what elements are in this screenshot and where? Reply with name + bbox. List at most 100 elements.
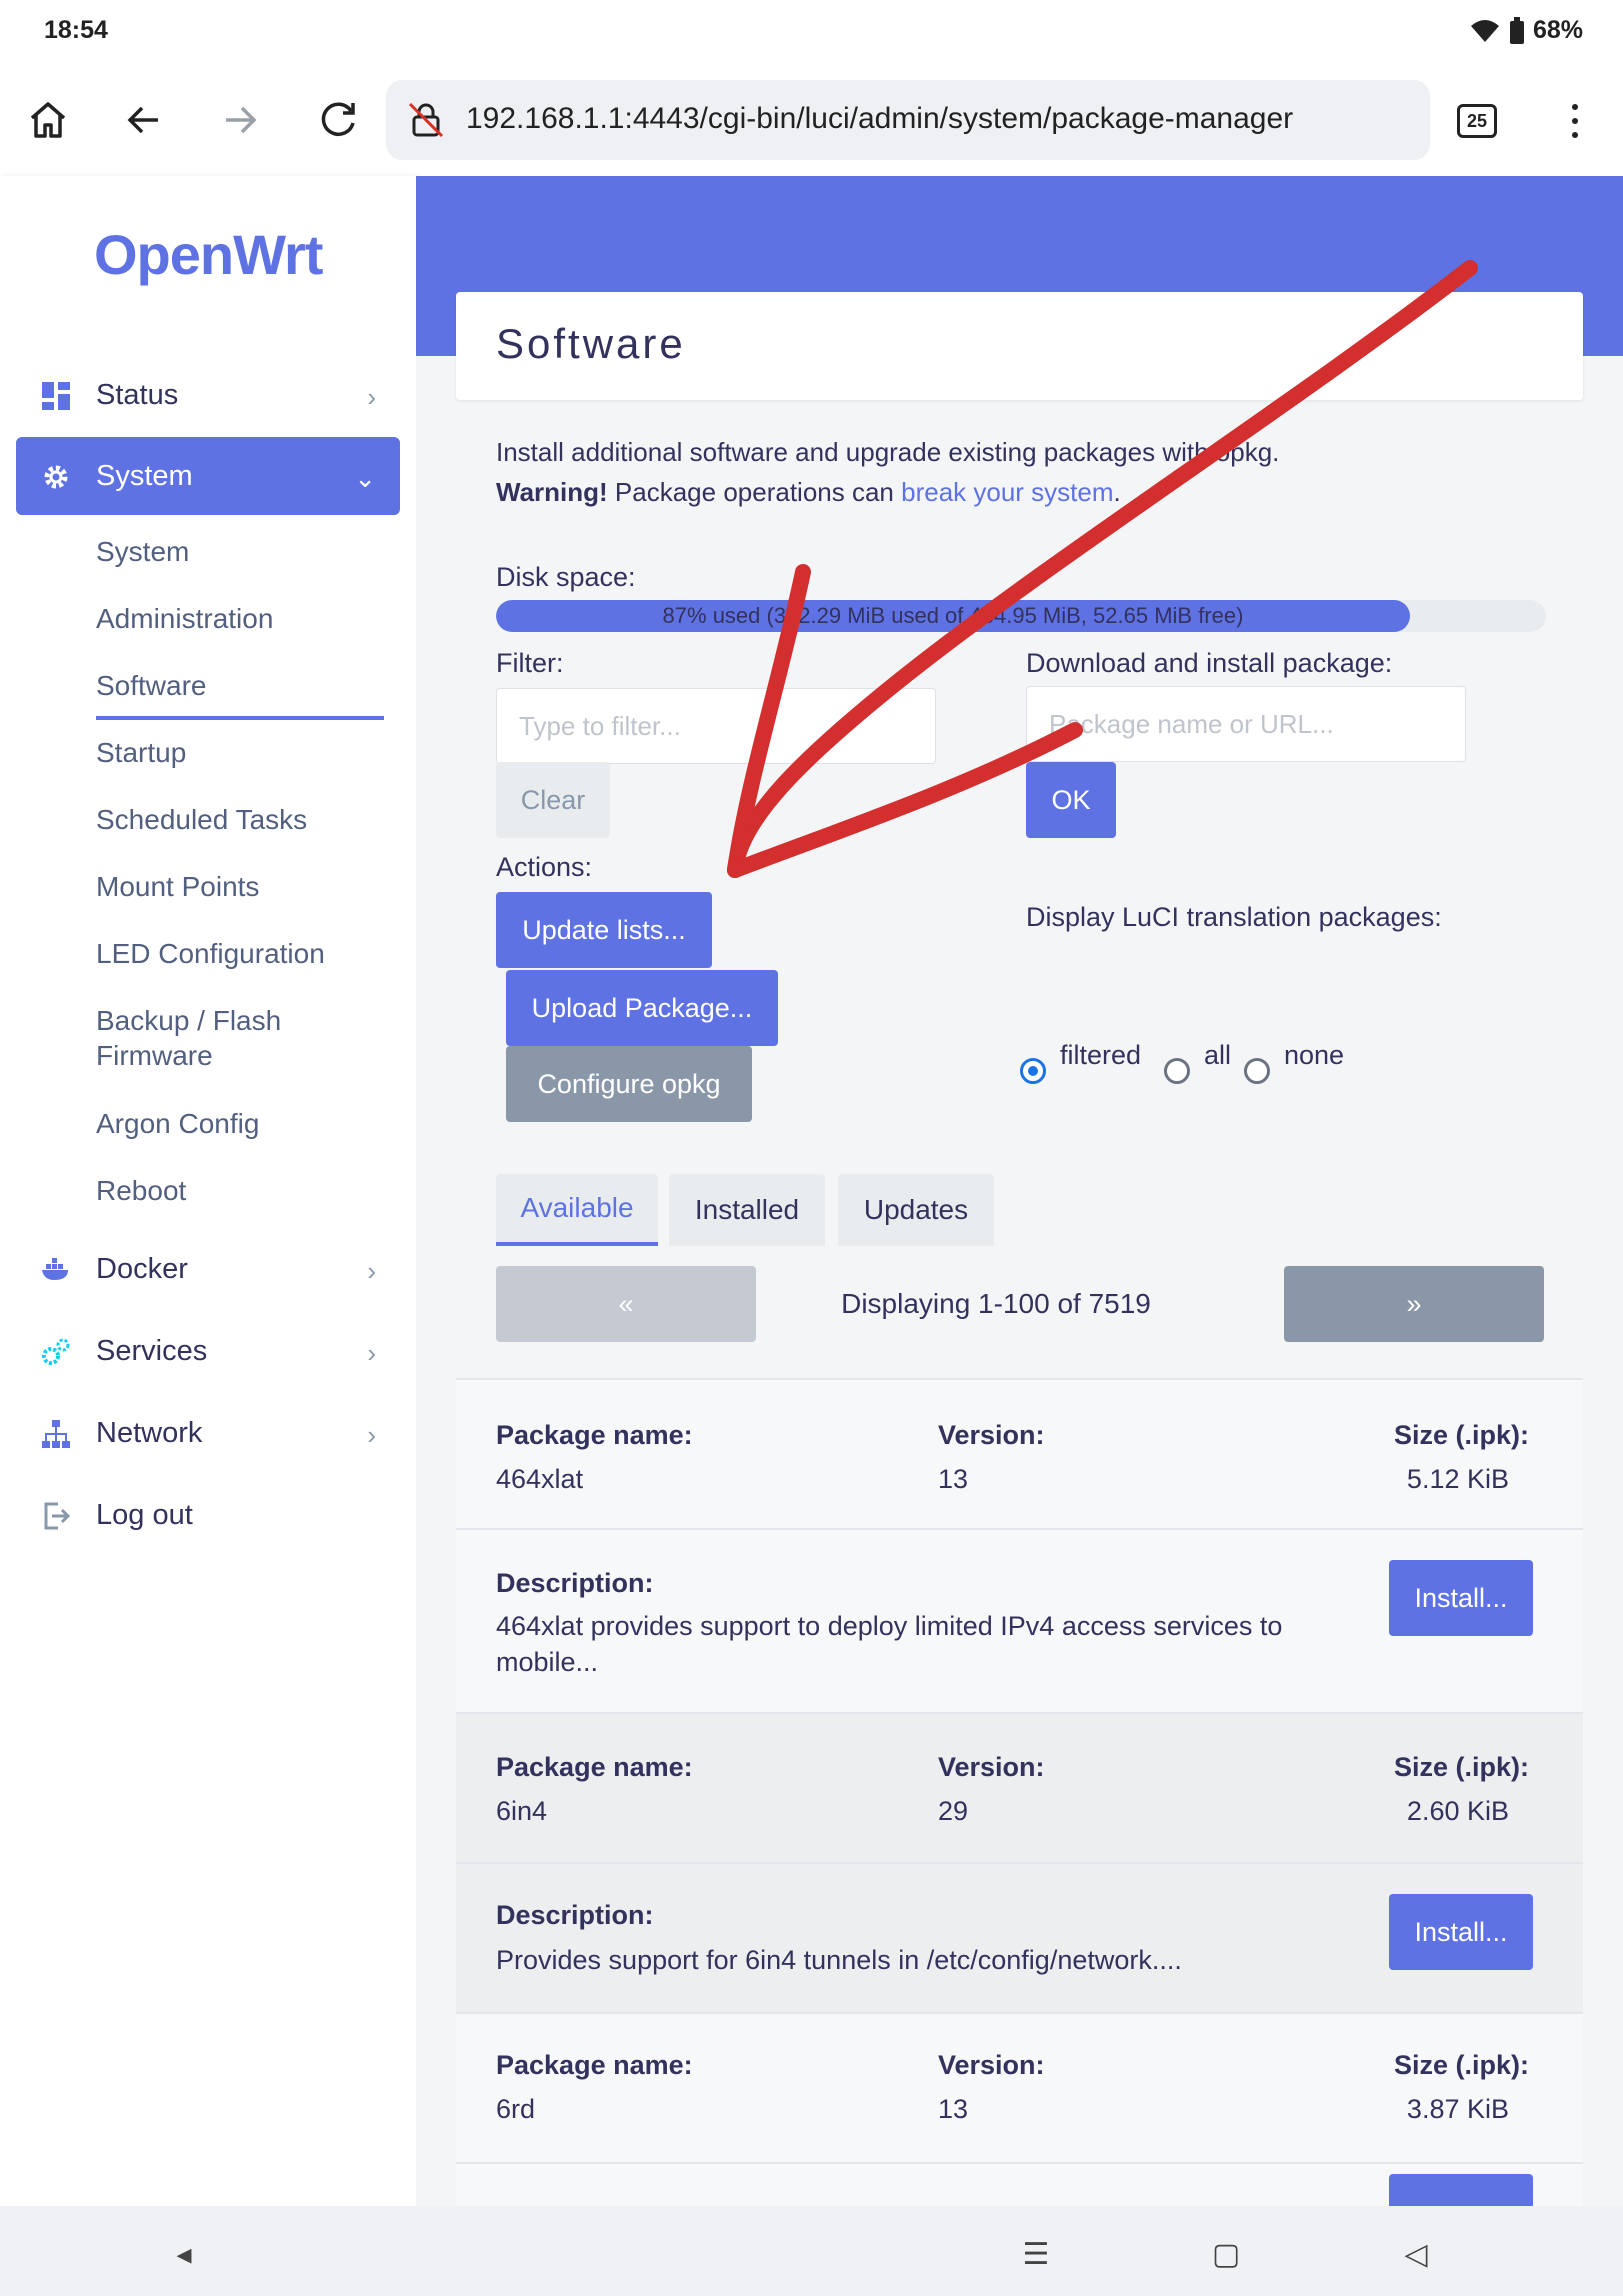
- warning-text: Package operations can: [607, 477, 902, 507]
- tab-switcher-button[interactable]: 25: [1457, 104, 1497, 138]
- nav-item-network[interactable]: Network ›: [16, 1394, 400, 1472]
- disk-space-text: 87% used (382.29 MiB used of 434.95 MiB,…: [662, 603, 1244, 628]
- install-button[interactable]: Install...: [1389, 1560, 1533, 1636]
- back-icon[interactable]: [116, 92, 172, 148]
- subnav-backup-line1: Backup / Flash: [96, 1005, 282, 1036]
- battery-percent: 68%: [1532, 16, 1583, 44]
- tab-installed[interactable]: Installed: [669, 1174, 825, 1246]
- table-row: Package name: Version: Size (.ipk): 464x…: [456, 1378, 1583, 1528]
- recent-apps-icon[interactable]: ☰: [1018, 2236, 1054, 2272]
- radio-filtered-label: filtered: [1060, 1040, 1142, 1070]
- update-lists-button[interactable]: Update lists...: [496, 892, 712, 968]
- disk-space-bar: 87% used (382.29 MiB used of 434.95 MiB,…: [496, 600, 1546, 632]
- warning-line: Warning! Package operations can break yo…: [496, 472, 1576, 512]
- clear-button[interactable]: Clear: [496, 762, 610, 838]
- nav-back-icon[interactable]: ◁: [1398, 2236, 1434, 2272]
- filter-input[interactable]: Type to filter...: [496, 688, 936, 764]
- table-row: [456, 2162, 1583, 2206]
- configure-opkg-button[interactable]: Configure opkg: [506, 1046, 752, 1122]
- package-url-input[interactable]: Package name or URL...: [1026, 686, 1466, 762]
- dashboard-icon: [42, 382, 70, 410]
- page-title-card: Software: [456, 292, 1583, 400]
- browser-toolbar: 192.168.1.1:4443/cgi-bin/luci/admin/syst…: [0, 64, 1623, 176]
- size-header: Size (.ipk):: [1393, 1420, 1529, 1450]
- browser-menu-icon[interactable]: [1560, 100, 1590, 144]
- subnav-reboot[interactable]: Reboot: [96, 1173, 186, 1208]
- nav-back-small-icon[interactable]: ◂: [166, 2236, 202, 2272]
- radio-none[interactable]: [1244, 1058, 1270, 1084]
- actions-label: Actions:: [496, 852, 593, 882]
- subnav-administration[interactable]: Administration: [96, 601, 273, 636]
- nav-label-status: Status: [96, 378, 179, 411]
- active-subnav-indicator: [96, 716, 384, 720]
- package-size: 3.87 KiB: [1406, 2094, 1509, 2124]
- install-button[interactable]: Install...: [1389, 1894, 1533, 1970]
- address-bar[interactable]: 192.168.1.1:4443/cgi-bin/luci/admin/syst…: [386, 80, 1430, 160]
- radio-none-label: none: [1284, 1040, 1345, 1070]
- package-description: 464xlat provides support to deploy limit…: [496, 1611, 1283, 1677]
- subnav-mount-points[interactable]: Mount Points: [96, 869, 259, 904]
- break-system-link[interactable]: break your system: [901, 477, 1113, 507]
- nav-label-logout: Log out: [96, 1498, 193, 1531]
- nav-item-logout[interactable]: Log out: [16, 1476, 400, 1554]
- subnav-software[interactable]: Software: [96, 668, 207, 703]
- name-header: Package name:: [496, 2050, 693, 2080]
- battery-icon: [1509, 16, 1524, 44]
- package-version: 13: [938, 1464, 969, 1494]
- subnav-backup-flash[interactable]: Backup / Flash Firmware: [96, 1003, 281, 1073]
- package-name: 464xlat: [496, 1464, 584, 1494]
- upload-package-button[interactable]: Upload Package...: [506, 970, 778, 1046]
- nav-item-services[interactable]: Services ›: [16, 1312, 400, 1390]
- size-header: Size (.ipk):: [1393, 1752, 1529, 1782]
- logout-icon: [44, 1502, 71, 1530]
- reload-icon[interactable]: [310, 92, 366, 148]
- home-nav-icon[interactable]: ▢: [1208, 2236, 1244, 2272]
- home-icon[interactable]: [20, 92, 76, 148]
- nav-item-status[interactable]: Status ›: [16, 356, 400, 434]
- status-time: 18:54: [44, 16, 108, 44]
- next-page-button[interactable]: »: [1284, 1266, 1544, 1342]
- version-header: Version:: [938, 2050, 1045, 2080]
- page-title: Software: [496, 320, 686, 367]
- tab-updates[interactable]: Updates: [838, 1174, 994, 1246]
- install-button[interactable]: [1389, 2174, 1533, 2206]
- translation-label: Display LuCI translation packages:: [1026, 902, 1442, 932]
- filter-label: Filter:: [496, 648, 564, 678]
- nav-label-docker: Docker: [96, 1252, 188, 1285]
- intro-text: Install additional software and upgrade …: [496, 432, 1576, 512]
- forward-icon[interactable]: [212, 92, 268, 148]
- description-header: Description:: [496, 1568, 654, 1598]
- system-nav-bar: ◂ ☰ ▢ ◁: [0, 2206, 1623, 2296]
- table-row: Description: 464xlat provides support to…: [456, 1528, 1583, 1712]
- package-version: 29: [938, 1796, 969, 1826]
- radio-all[interactable]: [1164, 1058, 1190, 1084]
- services-icon: [42, 1338, 70, 1365]
- subnav-argon-config[interactable]: Argon Config: [96, 1106, 259, 1141]
- radio-filtered[interactable]: [1020, 1058, 1046, 1084]
- table-row: Description: Provides support for 6in4 t…: [456, 1862, 1583, 2012]
- package-name: 6in4: [496, 1796, 548, 1826]
- nav-item-system[interactable]: System ⌄: [16, 437, 400, 515]
- version-header: Version:: [938, 1420, 1045, 1450]
- wifi-icon: [1470, 19, 1499, 42]
- subnav-startup[interactable]: Startup: [96, 735, 186, 770]
- radio-all-label: all: [1204, 1040, 1232, 1070]
- table-row: Package name: Version: Size (.ipk): 6rd …: [456, 2012, 1583, 2162]
- status-bar: 18:54 68%: [0, 0, 1623, 64]
- ok-button[interactable]: OK: [1026, 762, 1116, 838]
- insecure-lock-icon: [408, 102, 444, 138]
- network-icon: [42, 1420, 70, 1448]
- gear-icon: [44, 465, 68, 489]
- tab-available[interactable]: Available: [496, 1174, 658, 1246]
- nav-item-docker[interactable]: Docker ›: [16, 1230, 400, 1308]
- package-version: 13: [938, 2094, 969, 2124]
- subnav-scheduled-tasks[interactable]: Scheduled Tasks: [96, 802, 307, 837]
- subnav-system[interactable]: System: [96, 534, 189, 569]
- prev-page-button[interactable]: «: [496, 1266, 756, 1342]
- chevron-right-icon: ›: [367, 1338, 376, 1368]
- chevron-down-icon: ⌄: [354, 463, 376, 493]
- subnav-led-configuration[interactable]: LED Configuration: [96, 936, 325, 971]
- package-description: Provides support for 6in4 tunnels in /et…: [496, 1945, 1182, 1975]
- warning-end: .: [1113, 477, 1121, 507]
- version-header: Version:: [938, 1752, 1045, 1782]
